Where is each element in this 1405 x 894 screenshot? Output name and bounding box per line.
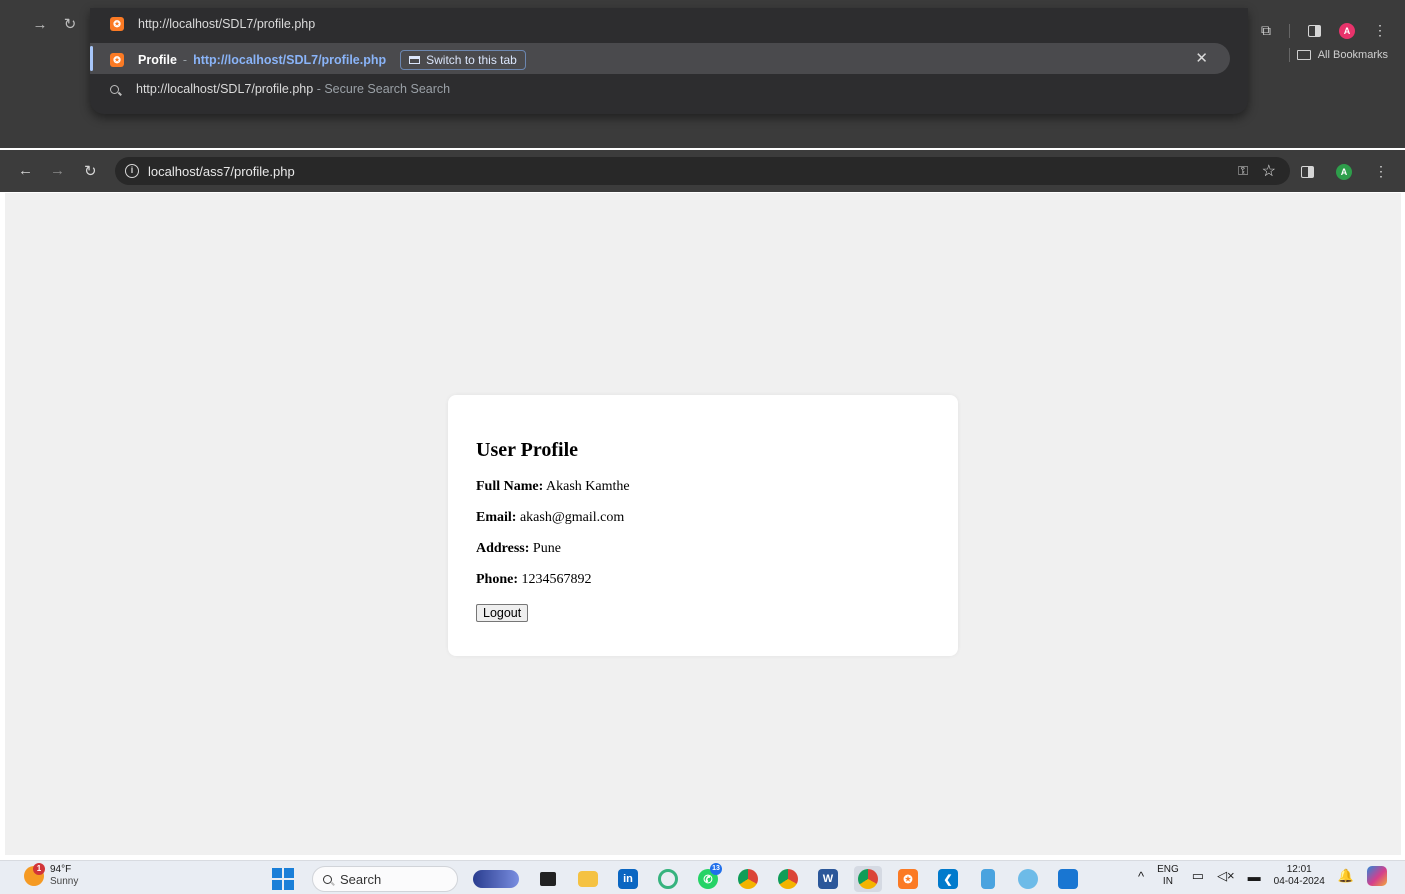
address-label: Address:: [476, 541, 530, 556]
weather-desc: Sunny: [50, 876, 79, 887]
weather-temp: 94°F: [50, 864, 72, 875]
suggestion-selected[interactable]: ✪ Profile - http://localhost/SDL7/profil…: [90, 43, 1230, 74]
menu-icon[interactable]: ⋮: [1374, 163, 1388, 180]
browser-toolbar: ← → ↻ i localhost/ass7/profile.php ⚿ ☆ A…: [0, 150, 1405, 192]
side-panel-icon[interactable]: [1308, 24, 1321, 37]
email-row: Email: akash@gmail.com: [476, 510, 958, 526]
selection-indicator: [90, 46, 93, 71]
password-key-icon[interactable]: ⚿: [1238, 163, 1248, 179]
bookmarks-bar: All Bookmarks: [1288, 48, 1388, 62]
system-tray: ^ ENG IN ▭ ◁× ▬ 12:01 04-04-2024 🔔: [1138, 864, 1387, 888]
windows-taskbar: 1 94°F Sunny Search in ✆ 13 W ✪ ❮ ^ ENG I: [0, 860, 1405, 894]
full-name-label: Full Name:: [476, 479, 544, 494]
omnibox-input[interactable]: ✪ http://localhost/SDL7/profile.php: [110, 17, 315, 31]
browser-window-top: → ↻ ⧉ A ⋮ All Bookmarks ✪ http://localho…: [0, 0, 1405, 148]
page-title: User Profile: [476, 439, 579, 461]
phone-row: Phone: 1234567892: [476, 572, 958, 588]
phone-label: Phone:: [476, 572, 518, 587]
battery-icon[interactable]: ▬: [1248, 869, 1261, 884]
tab-icon: [409, 56, 421, 64]
full-name-row: Full Name: Akash Kamthe: [476, 479, 958, 495]
omnibox-input-text: http://localhost/SDL7/profile.php: [138, 17, 316, 31]
loading-app-icon[interactable]: [654, 866, 682, 892]
widgets-icon[interactable]: [470, 866, 522, 892]
address-row: Address: Pune: [476, 541, 958, 557]
weather-badge: 1: [33, 863, 45, 875]
notepad-icon[interactable]: [974, 866, 1002, 892]
address-url: localhost/ass7/profile.php: [148, 164, 295, 179]
suggestion-url: http://localhost/SDL7/profile.php: [193, 53, 387, 67]
language-indicator[interactable]: ENG IN: [1157, 864, 1179, 888]
extensions-icon[interactable]: ⧉: [1261, 22, 1271, 39]
search-icon: [110, 84, 119, 94]
chrome-icon[interactable]: [734, 866, 762, 892]
network-icon[interactable]: ▭: [1192, 868, 1204, 884]
clock[interactable]: 12:01 04-04-2024: [1274, 864, 1325, 888]
clock-date: 04-04-2024: [1273, 876, 1325, 887]
whatsapp-icon[interactable]: ✆ 13: [694, 863, 722, 892]
bookmark-star-icon[interactable]: ☆: [1262, 161, 1276, 181]
email-label: Email:: [476, 510, 517, 525]
notification-bell-icon[interactable]: 🔔: [1338, 868, 1354, 884]
linkedin-icon[interactable]: in: [614, 866, 642, 892]
logout-button[interactable]: Logout: [476, 604, 529, 622]
search-icon: [323, 874, 332, 884]
profile-avatar[interactable]: A: [1336, 163, 1352, 180]
address-bar[interactable]: i localhost/ass7/profile.php ⚿ ☆: [115, 157, 1290, 185]
site-info-icon[interactable]: i: [125, 164, 139, 178]
email-value: akash@gmail.com: [519, 510, 625, 525]
menu-icon[interactable]: ⋮: [1373, 22, 1387, 39]
forward-icon[interactable]: →: [50, 162, 65, 179]
xampp-favicon-icon: ✪: [110, 53, 124, 67]
switch-to-tab-button[interactable]: Switch to this tab: [400, 50, 526, 70]
profile-avatar[interactable]: A: [1339, 22, 1355, 39]
side-panel-icon[interactable]: [1301, 165, 1314, 178]
remove-suggestion-icon[interactable]: ✕: [1195, 50, 1208, 68]
back-icon[interactable]: ←: [18, 162, 33, 179]
weather-widget[interactable]: 1 94°F Sunny: [24, 863, 79, 888]
whatsapp-badge: 13: [710, 863, 722, 875]
chevron-up-icon[interactable]: ^: [1138, 869, 1144, 884]
xampp-favicon-icon: ✪: [110, 17, 124, 31]
clock-time: 12:01: [1286, 864, 1312, 875]
sun-icon: 1: [24, 863, 45, 886]
volume-muted-icon[interactable]: ◁×: [1217, 868, 1235, 884]
omnibox-dropdown: ✪ http://localhost/SDL7/profile.php ✪ Pr…: [90, 8, 1248, 114]
browser-toolbar-actions: A ⋮: [1301, 163, 1388, 180]
photos-icon[interactable]: [1054, 866, 1082, 892]
chrome-profile-icon[interactable]: [774, 866, 802, 892]
taskbar-apps: Search in ✆ 13 W ✪ ❮: [272, 863, 1082, 892]
xampp-icon[interactable]: ✪: [894, 866, 922, 892]
file-explorer-icon[interactable]: [574, 866, 602, 892]
address-value: Pune: [532, 541, 561, 556]
suggestion-separator: -: [182, 53, 188, 67]
task-view-icon[interactable]: [534, 866, 562, 892]
search-suggestion-text: http://localhost/SDL7/profile.php: [136, 82, 314, 96]
reload-icon[interactable]: ↻: [60, 15, 80, 35]
vscode-icon[interactable]: ❮: [934, 866, 962, 892]
suggestion-search[interactable]: http://localhost/SDL7/profile.php - Secu…: [110, 82, 450, 96]
divider: [1288, 48, 1290, 62]
switch-to-tab-label: Switch to this tab: [426, 53, 517, 67]
word-icon[interactable]: W: [814, 866, 842, 892]
all-bookmarks-link[interactable]: All Bookmarks: [1318, 49, 1388, 61]
copilot-icon[interactable]: [1367, 866, 1387, 886]
chrome-active-icon[interactable]: [854, 866, 882, 892]
top-toolbar-actions: ⧉ A ⋮: [1261, 22, 1387, 39]
phone-value: 1234567892: [521, 572, 592, 587]
search-suggestion-suffix: - Secure Search Search: [316, 82, 451, 96]
taskbar-search-label: Search: [340, 871, 382, 887]
divider: [1289, 23, 1290, 38]
page-viewport: User Profile Full Name: Akash Kamthe Ema…: [5, 193, 1401, 855]
taskbar-search[interactable]: Search: [312, 866, 458, 892]
start-button[interactable]: [272, 868, 294, 890]
folder-icon: [1296, 50, 1311, 60]
forward-icon[interactable]: →: [30, 15, 50, 35]
profile-card: User Profile Full Name: Akash Kamthe Ema…: [448, 395, 958, 656]
suggestion-title: Profile: [138, 53, 177, 67]
full-name-value: Akash Kamthe: [546, 479, 630, 494]
reload-icon[interactable]: ↻: [84, 162, 97, 180]
paint-icon[interactable]: [1014, 866, 1042, 892]
